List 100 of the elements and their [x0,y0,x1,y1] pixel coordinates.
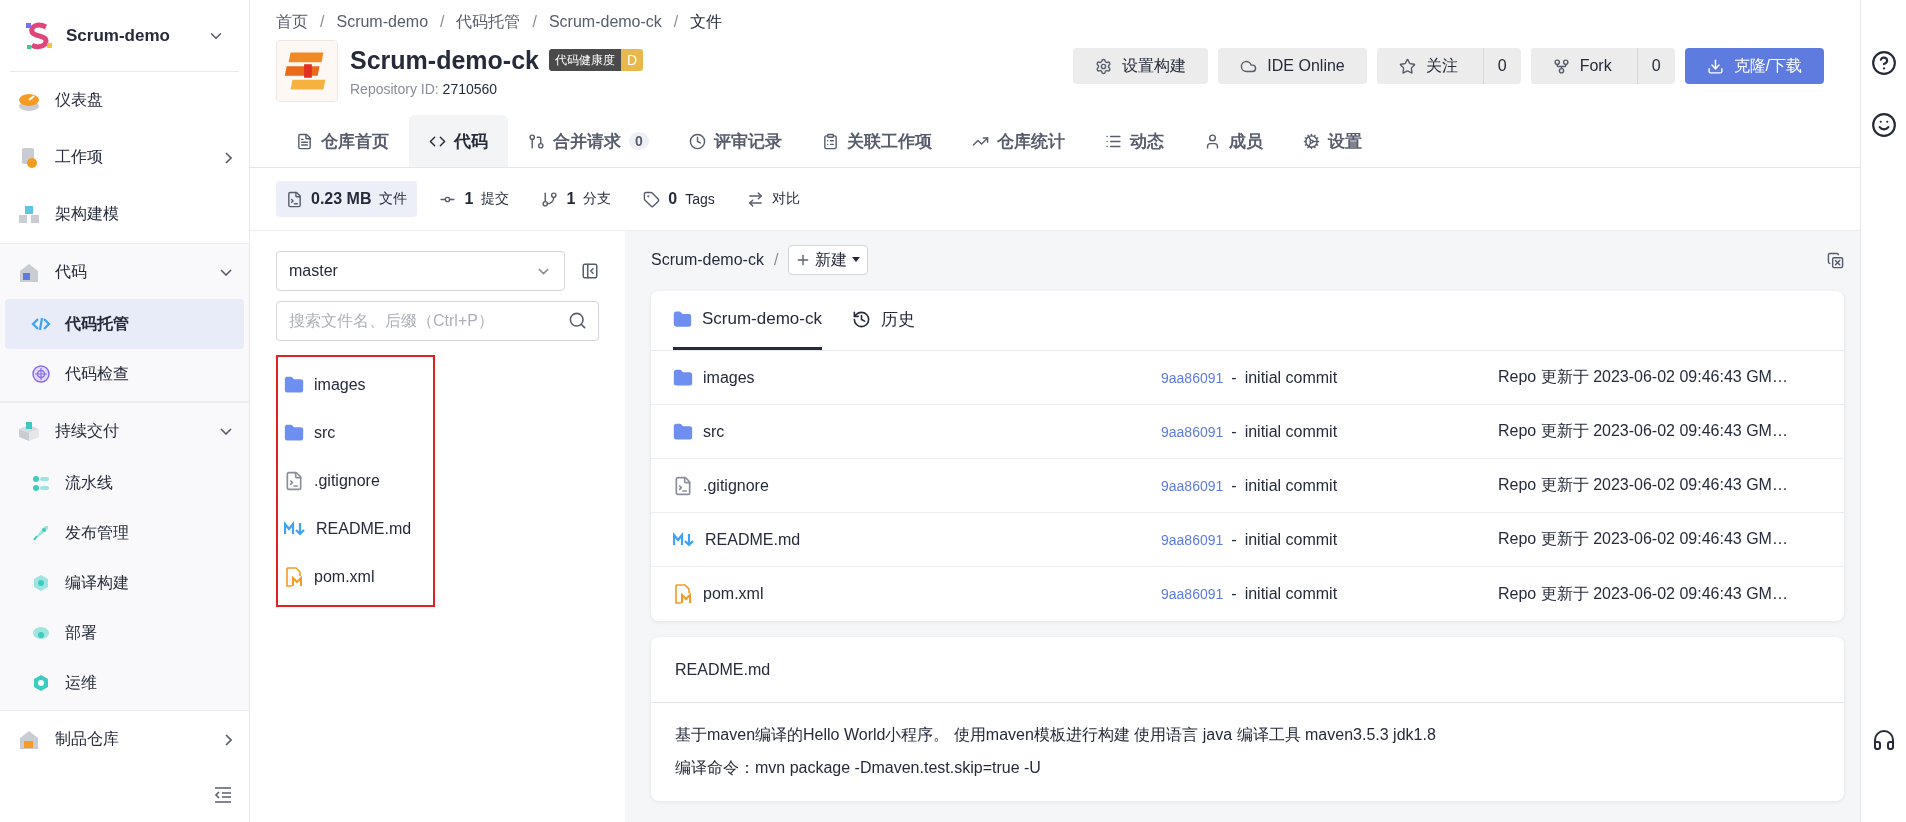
commit-hash-link[interactable]: 9aa86091 [1161,586,1224,602]
repo-tab[interactable]: 仓库首页 [276,115,409,167]
commit-hash-link[interactable]: 9aa86091 [1161,531,1224,548]
sidebar-subitem[interactable]: 部署 [5,608,244,658]
clipboard-list-icon [821,132,839,150]
folder-icon [673,367,693,388]
repo-tab[interactable]: 关联工作项 [801,115,952,167]
commit-message: initial commit [1244,530,1338,549]
sidebar-subitem[interactable]: 代码检查 [5,349,244,399]
repo-tab[interactable]: 成员 [1183,115,1283,167]
project-logo [24,20,54,51]
action-button[interactable]: IDE Online [1218,48,1367,84]
readme-text: 基于maven编译的Hello World小程序。 使用maven模板进行构建 使用语言 java 编译工具 maven3.5.3 jdk1.8 [675,725,1437,745]
file-name-link[interactable]: README.md [705,530,801,549]
clone-download-button[interactable]: 克隆/下载 [1684,48,1824,84]
file-name-link[interactable]: pom.xml [703,585,764,603]
close-all-icon[interactable] [1827,251,1844,269]
commit-hash-link[interactable]: 9aa86091 [1161,369,1224,386]
commit-hash-link[interactable]: 9aa86091 [1161,477,1224,494]
updated-time: Repo 更新于 2023-06-02 09:46:43 GM… [1498,421,1789,441]
search-icon[interactable] [568,311,587,330]
breadcrumb-separator: / [320,13,325,31]
star-icon [1398,57,1416,75]
file-search-field[interactable]: 搜索文件名、后缀（Ctrl+P） [276,301,599,341]
repo-stat[interactable]: 1 提交 [429,181,520,217]
sidebar-subitem[interactable]: 代码托管 [5,299,244,349]
folder-icon [673,309,692,329]
breadcrumb-separator: / [532,13,537,31]
breadcrumb-link[interactable]: 首页 [276,11,308,33]
updated-time: Repo 更新于 2023-06-02 09:46:43 GM… [1498,367,1789,387]
document-icon [296,132,313,150]
caret-down-icon [851,257,862,263]
repo-tab[interactable]: 代码 [409,115,508,167]
sidebar-subitem[interactable]: 运维 [5,658,244,708]
sidebar-subitem[interactable]: 发布管理 [5,508,244,558]
path-separator: / [773,251,779,269]
collapse-menu-icon[interactable] [213,786,233,804]
repo-tab[interactable]: 评审记录 [668,115,802,167]
file-list-tab[interactable]: 历史 [851,291,915,350]
help-icon[interactable] [1870,50,1897,76]
markdown-icon [284,521,306,537]
file-tree-item[interactable]: pom.xml [284,553,412,601]
file-list-tab[interactable]: Scrum-demo-ck [673,291,822,350]
sidebar-item[interactable]: 代码 [5,246,244,299]
commit-hash-link[interactable]: 9aa86091 [1161,423,1224,440]
dash-separator: - [1231,368,1237,387]
fork-icon [1552,57,1570,75]
collapse-panel-icon[interactable] [581,262,599,280]
history-icon [851,309,871,329]
file-tree-item[interactable]: src [284,409,412,457]
file-tree-item[interactable]: images [284,361,412,409]
sidebar-item[interactable]: 工作项 [5,131,244,184]
sidebar-subitem[interactable]: 编译构建 [5,558,244,608]
repo-stat[interactable]: 1 分支 [531,181,622,217]
hexagon-icon [31,573,51,593]
breadcrumb-current: 文件 [690,11,723,32]
repo-tab[interactable]: 动态 [1084,115,1184,167]
headset-icon[interactable] [1871,728,1896,752]
repo-tab[interactable]: 设置 [1282,115,1382,167]
sidebar-subitem[interactable]: 流水线 [5,458,244,508]
dash-separator: - [1231,585,1237,603]
sidebar-item[interactable]: 仪表盘 [5,74,244,127]
sidebar-item[interactable]: 制品仓库 [5,713,244,766]
repo-stat[interactable]: 0.23 MB 文件 [276,181,418,217]
repo-stat[interactable]: 对比 [736,181,810,217]
repo-stat[interactable]: 0 Tags [633,181,725,217]
path-root[interactable]: Scrum-demo-ck [651,251,764,269]
project-name[interactable]: Scrum-demo [66,25,195,46]
file-name-link[interactable]: src [703,422,725,441]
folder-icon [284,375,304,395]
sidebar-item[interactable]: 持续交付 [5,405,244,458]
breadcrumb-link[interactable]: Scrum-demo-ck [548,13,662,31]
repo-logo [276,40,338,102]
updated-time: Repo 更新于 2023-06-02 09:46:43 GM… [1498,583,1789,604]
commit-message: initial commit [1244,585,1338,603]
sidebar-item[interactable]: 架构建模 [5,188,244,241]
tab-count: 0 [629,132,649,150]
nodes-icon [31,473,51,493]
dash-separator: - [1231,476,1237,495]
breadcrumb-link[interactable]: 代码托管 [456,11,521,33]
breadcrumb-separator: / [673,13,679,31]
action-button[interactable]: 设置构建 [1073,48,1209,84]
target-icon [31,364,51,384]
updated-time: Repo 更新于 2023-06-02 09:46:43 GM… [1498,475,1789,495]
action-count: 0 [1482,48,1521,84]
repo-tab[interactable]: 仓库统计 [951,115,1085,167]
smiley-icon[interactable] [1870,112,1897,138]
file-name-link[interactable]: images [703,368,755,387]
branch-select[interactable]: master [276,251,565,291]
breadcrumb-link[interactable]: Scrum-demo [336,13,429,31]
new-button[interactable]: 新建 [788,245,869,275]
branch-icon [541,190,559,208]
terminal-file-icon [286,190,303,208]
file-tree-item[interactable]: .gitignore [284,457,412,505]
file-name-link[interactable]: .gitignore [703,476,769,495]
repository-id: Repository ID: 2710560 [350,80,499,97]
repo-tab[interactable]: 合并请求 0 [508,115,669,167]
file-tree-item[interactable]: README.md [284,505,412,553]
tag-icon [643,190,661,208]
markdown-icon [673,531,695,548]
